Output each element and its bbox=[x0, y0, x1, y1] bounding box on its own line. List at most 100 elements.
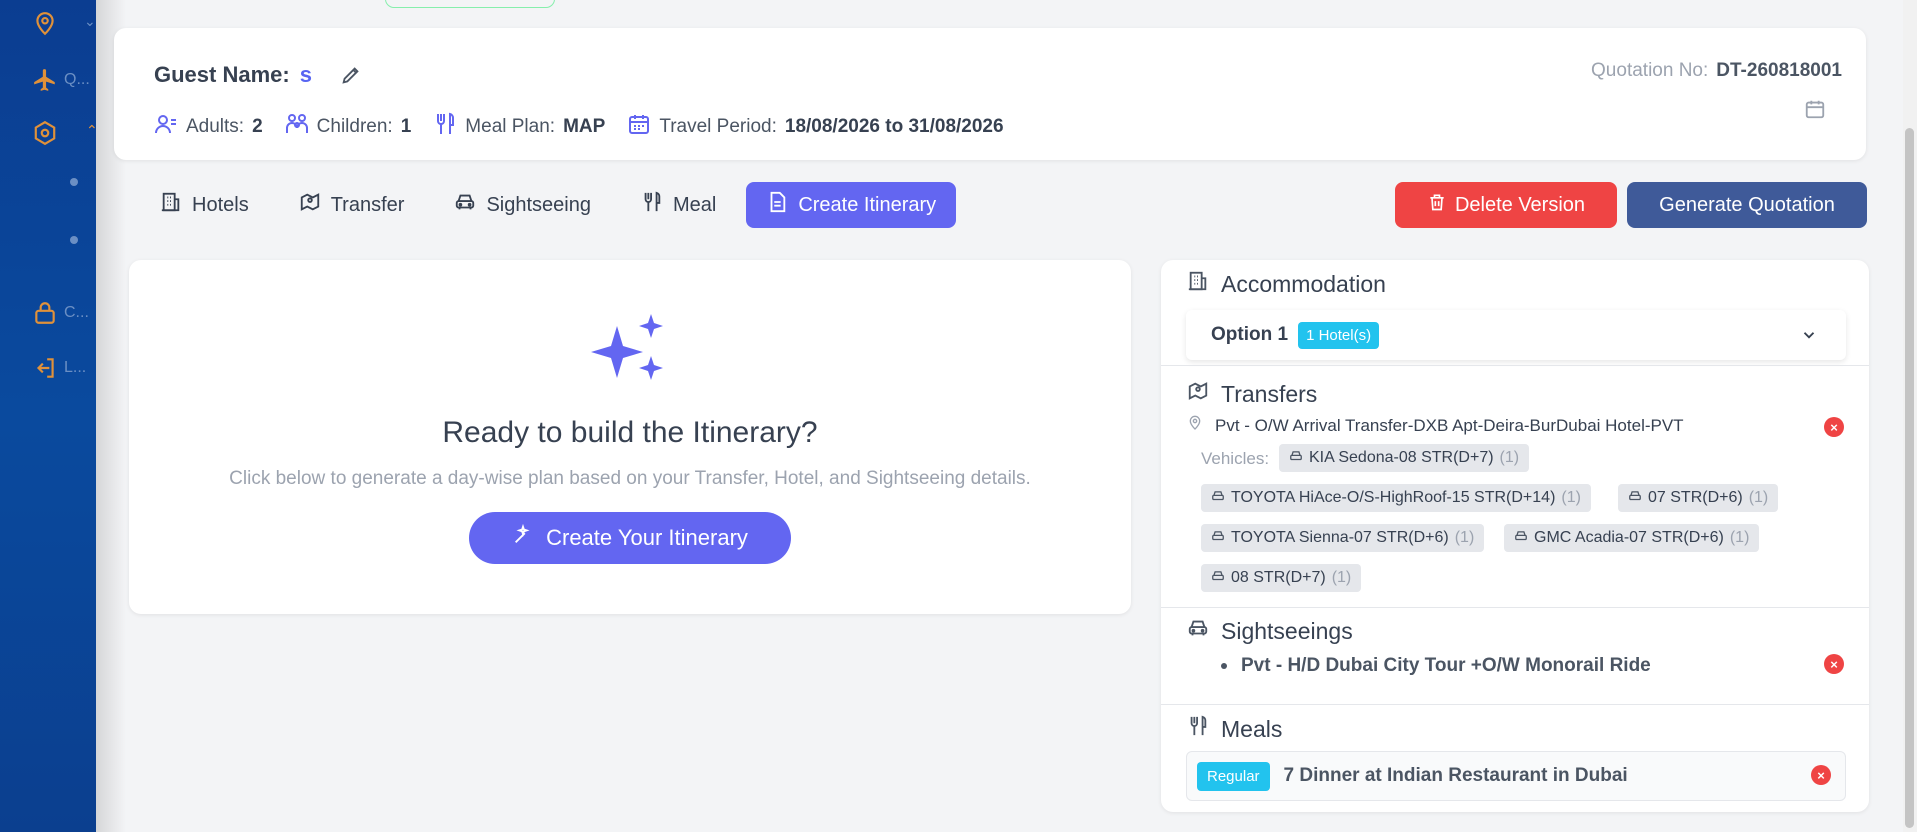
chevron-down-icon[interactable] bbox=[1800, 326, 1818, 350]
create-itinerary-button[interactable]: Create Your Itinerary bbox=[469, 512, 791, 564]
children-label: Children: bbox=[316, 116, 393, 137]
building-icon bbox=[160, 191, 182, 219]
travel-period-label: Travel Period: bbox=[659, 116, 777, 137]
transfers-section-title: Transfers bbox=[1187, 380, 1317, 408]
tab-bar: Hotels Transfer Sightseeing Meal Create … bbox=[140, 182, 957, 228]
tab-label: Meal bbox=[672, 193, 717, 216]
car-icon bbox=[1211, 569, 1225, 588]
adults-value: 2 bbox=[252, 116, 263, 137]
sidebar-item-lock[interactable] bbox=[32, 300, 58, 331]
lock-icon bbox=[32, 300, 58, 331]
vehicle-chip: TOYOTA Sienna-07 STR(D+6) (1) bbox=[1201, 524, 1485, 552]
adults-info: Adults: 2 bbox=[154, 112, 263, 142]
meal-plan-value: MAP bbox=[563, 116, 606, 137]
map-pin-icon bbox=[1187, 380, 1209, 408]
trash-icon bbox=[1427, 192, 1447, 218]
meal-type-badge: Regular bbox=[1197, 761, 1270, 791]
vehicle-name: TOYOTA HiAce-O/S-HighRoof-15 STR(D+14) bbox=[1231, 489, 1556, 506]
meal-item: Regular 7 Dinner at Indian Restaurant in… bbox=[1186, 751, 1846, 801]
user-list-icon bbox=[154, 112, 178, 142]
vehicle-name: GMC Acadia-07 STR(D+6) bbox=[1534, 529, 1724, 546]
tab-sightseeing[interactable]: Sightseeing bbox=[434, 182, 611, 228]
travel-period-info: Travel Period: 18/08/2026 to 31/08/2026 bbox=[627, 112, 1004, 142]
calendar-icon bbox=[627, 112, 651, 142]
car-icon bbox=[1628, 489, 1642, 508]
delete-version-button[interactable]: Delete Version bbox=[1395, 182, 1617, 228]
scrollbar[interactable] bbox=[1903, 0, 1917, 832]
sidebar: ⌄ Q... ⌃ C... L... bbox=[0, 0, 96, 832]
sidebar-item-label: L... bbox=[64, 359, 87, 376]
delete-label: Delete Version bbox=[1454, 193, 1586, 216]
vehicle-count: (1) bbox=[1561, 489, 1581, 506]
remove-transfer-button[interactable]: × bbox=[1824, 417, 1844, 437]
accommodation-option-accordion[interactable]: Option 1 1 Hotel(s) bbox=[1186, 310, 1846, 360]
utensils-icon bbox=[1187, 715, 1209, 743]
vehicle-chip: TOYOTA HiAce-O/S-HighRoof-15 STR(D+14) (… bbox=[1201, 484, 1591, 512]
chevron-down-icon: ⌄ bbox=[84, 13, 96, 29]
accommodation-title: Accommodation bbox=[1221, 270, 1386, 297]
remove-sightseeing-button[interactable]: × bbox=[1824, 654, 1844, 674]
vehicle-chip: GMC Acadia-07 STR(D+6) (1) bbox=[1504, 524, 1760, 552]
vehicle-name: 07 STR(D+6) bbox=[1648, 489, 1743, 506]
vehicle-count: (1) bbox=[1331, 569, 1352, 586]
tab-hotels[interactable]: Hotels bbox=[140, 182, 269, 228]
sidebar-item-quotation[interactable] bbox=[32, 67, 58, 98]
vehicle-count: (1) bbox=[1454, 529, 1475, 546]
vehicle-chip: KIA Sedona-08 STR(D+7) (1) bbox=[1279, 444, 1530, 472]
guest-label: Guest Name: bbox=[154, 62, 290, 87]
summary-panel: Accommodation Option 1 1 Hotel(s) Transf… bbox=[1161, 260, 1869, 812]
option-label: Option 1 bbox=[1211, 324, 1289, 345]
tab-label: Create Itinerary bbox=[798, 193, 937, 216]
vehicles-label: Vehicles: bbox=[1201, 449, 1270, 468]
sightseeing-item: Pvt - H/D Dubai City Tour +O/W Monorail … bbox=[1221, 655, 1651, 677]
vehicle-count: (1) bbox=[1729, 529, 1750, 546]
submenu-dot bbox=[70, 236, 78, 244]
divider bbox=[1161, 365, 1869, 366]
car-icon bbox=[1211, 489, 1225, 508]
sightseeing-name: Pvt - H/D Dubai City Tour +O/W Monorail … bbox=[1241, 655, 1651, 676]
adults-label: Adults: bbox=[186, 116, 245, 137]
tab-transfer[interactable]: Transfer bbox=[279, 182, 425, 228]
accommodation-section-title: Accommodation bbox=[1187, 270, 1386, 298]
remove-meal-button[interactable]: × bbox=[1811, 765, 1831, 785]
edit-pencil-icon[interactable] bbox=[340, 64, 362, 86]
itinerary-title: Ready to build the Itinerary? bbox=[442, 416, 818, 449]
children-info: Children: 1 bbox=[285, 112, 412, 142]
sidebar-item-label: C... bbox=[64, 304, 89, 321]
divider bbox=[1161, 704, 1869, 705]
location-pin-icon bbox=[32, 11, 58, 42]
quotation-value: DT-260818001 bbox=[1716, 60, 1842, 81]
sidebar-item-logout[interactable] bbox=[32, 355, 58, 386]
generate-quotation-button[interactable]: Generate Quotation bbox=[1627, 182, 1867, 228]
guest-header-card: Guest Name: s Adults: 2 Children: 1 Meal… bbox=[114, 28, 1866, 160]
vehicle-name: 08 STR(D+7) bbox=[1231, 569, 1326, 586]
sidebar-item-label: Q... bbox=[64, 71, 90, 88]
tab-label: Sightseeing bbox=[486, 193, 591, 216]
plane-icon bbox=[32, 67, 58, 98]
map-pin-icon bbox=[299, 191, 321, 219]
sidebar-item-location[interactable]: ⌄ bbox=[32, 11, 96, 42]
itinerary-empty-card: Ready to build the Itinerary? Click belo… bbox=[129, 260, 1131, 614]
hotel-count-badge: 1 Hotel(s) bbox=[1298, 321, 1380, 349]
vehicle-chip: 07 STR(D+6) (1) bbox=[1618, 484, 1779, 512]
car-icon bbox=[1514, 529, 1528, 548]
vehicle-count: (1) bbox=[1748, 489, 1769, 506]
vehicle-count: (1) bbox=[1499, 449, 1520, 466]
guest-name-row: Guest Name: s bbox=[154, 62, 362, 88]
tab-create-itinerary[interactable]: Create Itinerary bbox=[746, 182, 957, 228]
scrollbar-thumb[interactable] bbox=[1905, 128, 1914, 828]
sidebar-item-settings[interactable] bbox=[32, 120, 58, 151]
bullet bbox=[1221, 663, 1227, 669]
quotation-label: Quotation No: bbox=[1591, 60, 1709, 81]
calendar-icon[interactable] bbox=[1804, 98, 1826, 125]
location-pin-icon bbox=[1187, 415, 1203, 436]
guest-value: s bbox=[299, 62, 312, 87]
children-value: 1 bbox=[400, 116, 412, 137]
sightseeings-title: Sightseeings bbox=[1221, 617, 1353, 644]
meal-name: 7 Dinner at Indian Restaurant in Dubai bbox=[1283, 765, 1628, 786]
itinerary-subtitle: Click below to generate a day-wise plan … bbox=[229, 468, 1031, 489]
travel-period-value: 18/08/2026 to 31/08/2026 bbox=[784, 116, 1004, 137]
sightseeings-section-title: Sightseeings bbox=[1187, 617, 1353, 645]
utensils-icon bbox=[433, 112, 457, 142]
tab-meal[interactable]: Meal bbox=[621, 182, 736, 228]
